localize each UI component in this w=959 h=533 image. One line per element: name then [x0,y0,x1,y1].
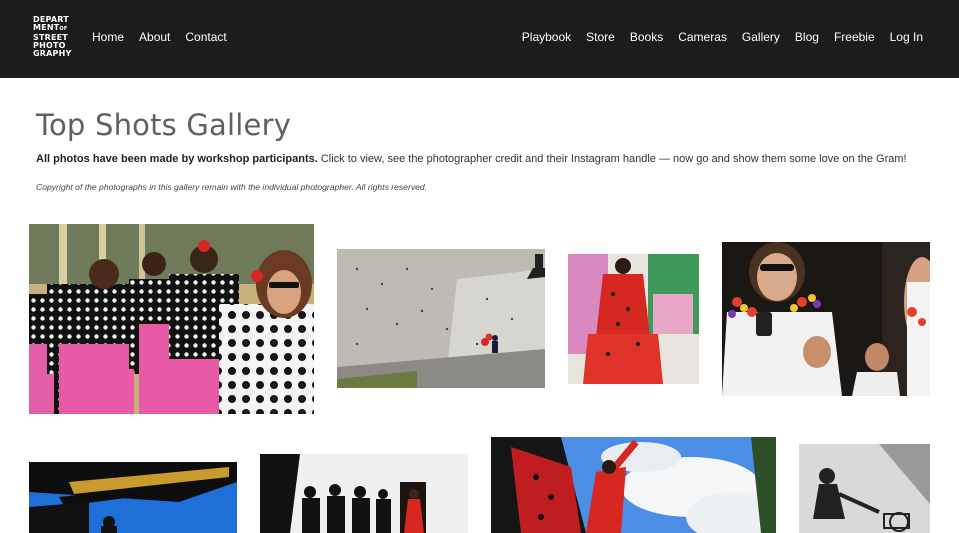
photo-image [491,437,776,533]
nav-contact[interactable]: Contact [185,30,226,44]
nav-store[interactable]: Store [586,30,615,44]
nav-login[interactable]: Log In [890,30,923,44]
nav-books[interactable]: Books [630,30,663,44]
photo-image [337,249,545,388]
photo-image [29,224,314,414]
intro-rest: Click to view, see the photographer cred… [317,153,907,165]
logo-line-small: OF [59,26,68,33]
nav-home[interactable]: Home [92,30,124,44]
nav-freebie[interactable]: Freebie [834,30,875,44]
photo-image [722,242,930,396]
logo-line-part: MENT [33,23,60,33]
gallery-photo-pergola-silhouette[interactable] [29,462,237,533]
photo-image [260,454,468,533]
gallery-photo-shadow-bicycle[interactable] [799,444,930,533]
gallery-photo-flamenco-dancer-sky[interactable] [491,437,776,533]
page-title: Top Shots Gallery [36,108,292,142]
intro-bold: All photos have been made by workshop pa… [36,153,318,165]
nav-about[interactable]: About [139,30,170,44]
copyright-note: Copyright of the photographs in this gal… [36,182,428,192]
nav-blog[interactable]: Blog [795,30,819,44]
nav-cameras[interactable]: Cameras [678,30,727,44]
photo-image [568,254,699,384]
gallery-photo-red-balloon-wall[interactable] [337,249,545,388]
photo-image [799,444,930,533]
gallery-photo-silhouettes-white-wall[interactable] [260,454,468,533]
logo-line: GRAPHY [33,49,72,59]
secondary-nav: Playbook Store Books Cameras Gallery Blo… [522,30,923,44]
gallery-photo-flamenco-polka-dots[interactable] [29,224,314,414]
gallery-photo-red-flamenco-dress[interactable] [568,254,699,384]
nav-gallery[interactable]: Gallery [742,30,780,44]
gallery-photo-woman-flower-garland[interactable] [722,242,930,396]
site-logo[interactable]: DEPART MENTOF STREET PHOTO GRAPHY [33,15,77,59]
site-header: DEPART MENTOF STREET PHOTO GRAPHY Home A… [0,0,959,78]
intro-text: All photos have been made by workshop pa… [36,153,936,165]
nav-playbook[interactable]: Playbook [522,30,571,44]
primary-nav: Home About Contact [92,30,227,44]
photo-image [29,462,237,533]
